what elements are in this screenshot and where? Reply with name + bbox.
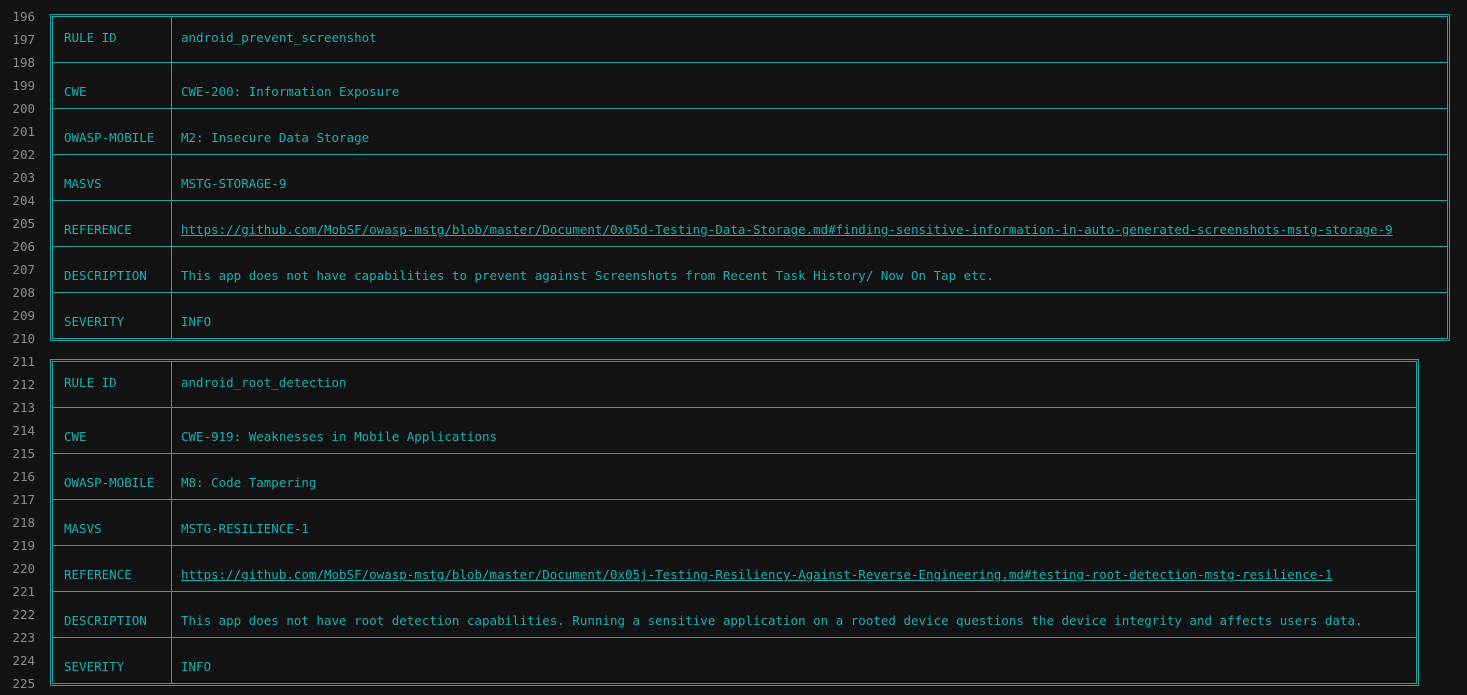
row-rule-id: RULE ID android_prevent_screenshot (53, 17, 1447, 63)
row-masvs: MASVS MSTG-STORAGE-9 (53, 155, 1447, 201)
description-value: This app does not have root detection ca… (181, 613, 1363, 628)
row-rule-id: RULE ID android_root_detection (53, 362, 1416, 408)
line-number: 209 (12, 308, 35, 323)
key-label: CWE (64, 429, 87, 444)
owasp-mobile-value: M2: Insecure Data Storage (181, 130, 370, 145)
line-number: 201 (12, 124, 35, 139)
line-number: 221 (12, 584, 35, 599)
line-number: 219 (12, 538, 35, 553)
cwe-value: CWE-919: Weaknesses in Mobile Applicatio… (181, 429, 498, 444)
key-label: RULE ID (64, 30, 117, 45)
line-number: 199 (12, 78, 35, 93)
row-reference: REFERENCE https://github.com/MobSF/owasp… (53, 201, 1447, 247)
masvs-value: MSTG-STORAGE-9 (181, 176, 287, 191)
line-number: 220 (12, 561, 35, 576)
row-description: DESCRIPTION This app does not have root … (53, 592, 1416, 638)
line-number: 200 (12, 101, 35, 116)
rule-id-value: android_root_detection (181, 375, 347, 390)
key-label: DESCRIPTION (64, 268, 147, 283)
line-number: 215 (12, 446, 35, 461)
line-number: 197 (12, 32, 35, 47)
row-owasp-mobile: OWASP-MOBILE M8: Code Tampering (53, 454, 1416, 500)
key-label: DESCRIPTION (64, 613, 147, 628)
line-number: 198 (12, 55, 35, 70)
line-number: 214 (12, 423, 35, 438)
finding-table-root-detection: RULE ID android_root_detection CWE CWE-9… (50, 359, 1419, 686)
row-cwe: CWE CWE-200: Information Exposure (53, 63, 1447, 109)
severity-value: INFO (181, 314, 212, 329)
key-label: MASVS (64, 176, 102, 191)
line-number: 218 (12, 515, 35, 530)
key-label: SEVERITY (64, 659, 125, 674)
line-number: 205 (12, 216, 35, 231)
key-label: REFERENCE (64, 567, 132, 582)
cwe-value: CWE-200: Information Exposure (181, 84, 400, 99)
line-number: 203 (12, 170, 35, 185)
description-value: This app does not have capabilities to p… (181, 268, 994, 283)
line-number: 222 (12, 607, 35, 622)
line-number: 208 (12, 285, 35, 300)
line-number: 206 (12, 239, 35, 254)
rule-id-value: android_prevent_screenshot (181, 30, 377, 45)
line-number: 224 (12, 653, 35, 668)
key-label: OWASP-MOBILE (64, 130, 155, 145)
line-number: 216 (12, 469, 35, 484)
row-owasp-mobile: OWASP-MOBILE M2: Insecure Data Storage (53, 109, 1447, 155)
reference-link[interactable]: https://github.com/MobSF/owasp-mstg/blob… (181, 223, 1393, 237)
line-number: 202 (12, 147, 35, 162)
key-label: MASVS (64, 521, 102, 536)
row-reference: REFERENCE https://github.com/MobSF/owasp… (53, 546, 1416, 592)
row-cwe: CWE CWE-919: Weaknesses in Mobile Applic… (53, 408, 1416, 454)
line-number: 210 (12, 331, 35, 346)
key-label: SEVERITY (64, 314, 125, 329)
line-number: 207 (12, 262, 35, 277)
row-severity: SEVERITY INFO (53, 638, 1416, 683)
line-number: 217 (12, 492, 35, 507)
reference-link[interactable]: https://github.com/MobSF/owasp-mstg/blob… (181, 568, 1332, 582)
row-masvs: MASVS MSTG-RESILIENCE-1 (53, 500, 1416, 546)
row-description: DESCRIPTION This app does not have capab… (53, 247, 1447, 293)
masvs-value: MSTG-RESILIENCE-1 (181, 521, 309, 536)
line-number: 204 (12, 193, 35, 208)
key-label: RULE ID (64, 375, 117, 390)
line-number: 213 (12, 400, 35, 415)
line-number: 196 (12, 9, 35, 24)
line-number: 225 (12, 676, 35, 691)
key-label: OWASP-MOBILE (64, 475, 155, 490)
owasp-mobile-value: M8: Code Tampering (181, 475, 317, 490)
line-number: 211 (12, 354, 35, 369)
line-number: 223 (12, 630, 35, 645)
row-severity: SEVERITY INFO (53, 293, 1447, 338)
terminal-output: 196 197 198 199 200 201 202 203 204 205 … (0, 0, 1467, 695)
finding-table-screenshot: RULE ID android_prevent_screenshot CWE C… (50, 14, 1450, 341)
key-label: CWE (64, 84, 87, 99)
line-number: 212 (12, 377, 35, 392)
line-number-gutter: 196 197 198 199 200 201 202 203 204 205 … (0, 5, 40, 695)
severity-value: INFO (181, 659, 212, 674)
key-label: REFERENCE (64, 222, 132, 237)
